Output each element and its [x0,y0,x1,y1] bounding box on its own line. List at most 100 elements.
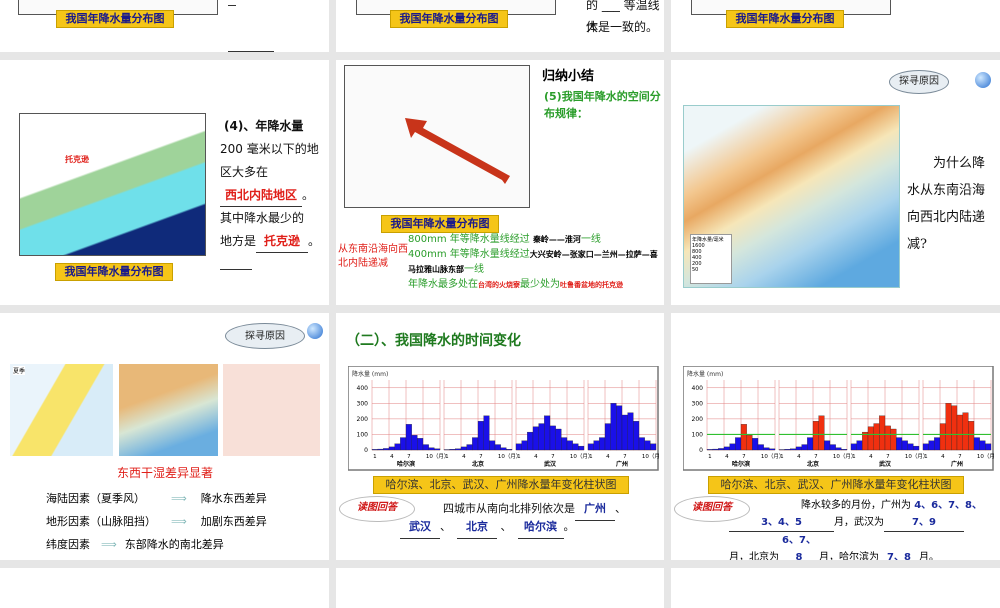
slide-thumbnail-1[interactable]: 我国年降水量分布图 [0,0,329,52]
x-tick-label: 1 [924,454,928,460]
line-text: 400mm 年等降水量线经过 [408,249,530,260]
x-tick-label: 4 [606,454,610,460]
rainfall-bar-chart-highlighted: 降水量 (mm)010020030040014710（月）哈尔滨14710（月）… [683,366,995,472]
bar-广州-10 [974,438,980,450]
rainfall-map: 托克逊 [19,113,206,256]
slide-thumbnail-3[interactable]: 我国年降水量分布图 [671,0,1000,52]
x-tick-label: 7 [958,454,962,460]
bar-武汉-10 [902,441,908,450]
bar-武汉-10 [567,441,573,450]
bar-哈尔滨-12 [769,449,775,450]
y-tick-label: 300 [692,400,704,407]
slide-thumbnail-11[interactable] [336,568,664,608]
bar-武汉-3 [527,432,533,450]
x-tick-label: 4 [462,454,466,460]
bar-哈尔滨-12 [434,449,440,450]
slide-thumbnail-7[interactable]: 探寻原因 夏季 东西干湿差异显著 海陆因素（夏季风）⟹降水东西差异 地形因素（山… [0,313,329,560]
bar-北京-12 [841,449,847,450]
slide-thumbnail-5[interactable]: 归纳小结 (5)我国年降水的空间分布规律： 我国年降水量分布图 从东南沿海向西北… [336,60,664,305]
x-tick-label: 1 [517,454,521,460]
slide-thumbnail-8[interactable]: （二）、我国降水的时间变化 降水量 (mm)010020030040014710… [336,313,664,560]
summary-label: 从东南沿海向西北内陆递减 [338,243,410,271]
bar-哈尔滨-10 [758,445,764,450]
chart-caption: 哈尔滨、北京、武汉、广州降水量年变化柱状图 [373,476,629,494]
x-tick-label: 1 [373,454,377,460]
slide-text: 体是一致的。 [586,16,658,38]
period: 。 [308,234,320,248]
x-tick-label: 7 [407,454,411,460]
arrow-icon: ⟹ [101,533,117,556]
bar-武汉-11 [573,444,579,450]
x-tick-label: 4 [725,454,729,460]
line-text: 一线 [464,264,484,275]
bar-广州-2 [929,441,935,450]
slide-thumbnail-12[interactable] [671,568,1000,608]
x-tick-label: 10（月） [642,453,660,460]
bar-北京-9 [489,441,495,450]
rainfall-map [344,65,530,208]
x-tick-label: 7 [742,454,746,460]
slide-thumbnail-4[interactable]: 托克逊 我国年降水量分布图 (4)、年降水量 200 毫米以下的地 区大多在 西… [0,60,329,305]
city-label: 武汉 [544,460,557,468]
y-tick-label: 200 [357,416,369,423]
bar-武汉-7 [550,426,556,450]
line-text: 一线 [581,234,601,245]
x-tick-label: 1 [780,454,784,460]
bar-北京-11 [836,448,842,450]
bar-哈尔滨-2 [713,449,719,450]
bar-北京-7 [478,421,484,450]
x-tick-label: 1 [852,454,856,460]
bar-广州-1 [923,444,929,450]
bar-武汉-5 [539,424,545,450]
answer: 西北内陆地区 [220,184,302,207]
x-tick-label: 10（月） [977,453,995,460]
bar-哈尔滨-10 [423,445,429,450]
bar-武汉-5 [874,424,880,450]
x-tick-label: 7 [551,454,555,460]
x-tick-label: 4 [390,454,394,460]
bar-武汉-1 [851,444,857,450]
answer: 武汉 [400,516,440,539]
slide-thumbnail-6[interactable]: 探寻原因 年降水量/毫米 160080040020050 为什么降水从东南沿海向… [671,60,1000,305]
bar-广州-7 [622,415,628,450]
city-label: 北京 [472,460,484,468]
bar-北京-7 [813,421,819,450]
slide-thumbnail-10[interactable] [0,568,329,608]
line-text: 年降水最多处在 [408,279,478,290]
slide-thumbnail-2[interactable]: 我国年降水量分布图 的 ___ 等温线大 体是一致的。 [336,0,664,52]
period: 。 [302,188,314,202]
bar-北京-9 [824,441,830,450]
slide-thumbnail-9[interactable]: 降水量 (mm)010020030040014710（月）哈尔滨14710（月）… [671,313,1000,560]
section-heading: 东西干湿差异显著 [117,464,213,481]
city-label: 武汉 [879,460,892,468]
city-label: 北京 [807,460,819,468]
bar-北京-5 [802,445,808,450]
bar-哈尔滨-8 [747,435,753,450]
bar-广州-6 [616,406,622,450]
bar-武汉-9 [896,438,902,450]
bar-广州-8 [628,413,634,450]
answer: 吐鲁番盆地的托克逊 [560,281,623,289]
bar-武汉-2 [522,441,528,450]
map-caption: 我国年降水量分布图 [56,10,174,28]
bar-广州-10 [639,438,645,450]
slide-title: 归纳小结 [542,65,594,84]
bar-北京-4 [796,447,802,450]
bar-广州-5 [946,403,952,450]
bar-哈尔滨-1 [707,449,713,450]
bar-广州-1 [588,444,594,450]
question-text: 降水较多的月份，广州为 4、6、7、8、 3、4、5月，武汉为7、9 月，北京为… [729,497,997,560]
bar-哈尔滨-6 [735,438,741,450]
bar-武汉-8 [891,429,897,450]
summer-monsoon-map: 夏季 [10,364,113,456]
bar-广州-12 [650,444,656,450]
bar-广州-9 [968,421,974,450]
bar-武汉-9 [561,438,567,450]
bar-哈尔滨-3 [383,448,389,450]
bar-北京-6 [472,438,478,450]
line-text: 800mm 年等降水量线经过 [408,234,530,245]
answer: 广州 [575,498,615,521]
bar-哈尔滨-9 [417,438,423,450]
question-text: 四城市从南向北排列依次是 [443,502,575,515]
bar-武汉-11 [908,444,914,450]
